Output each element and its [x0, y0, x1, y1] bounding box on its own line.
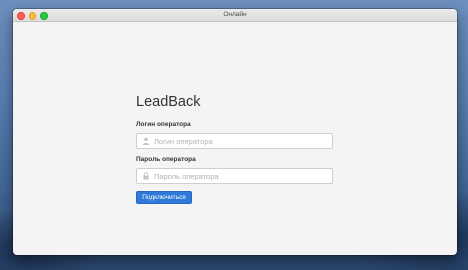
- title-bar[interactable]: Онлайн: [13, 9, 457, 22]
- password-field[interactable]: [136, 168, 333, 184]
- connect-button[interactable]: Подключиться: [136, 191, 192, 204]
- app-logo: LeadBack: [136, 94, 201, 110]
- lock-icon: [143, 172, 149, 180]
- app-window: Онлайн LeadBack Логин оператора Пароль о…: [13, 9, 457, 255]
- password-input[interactable]: [154, 169, 324, 183]
- login-field[interactable]: [136, 133, 333, 149]
- login-label: Логин оператора: [136, 121, 191, 128]
- user-icon: [142, 137, 150, 145]
- password-label: Пароль оператора: [136, 156, 196, 163]
- login-input[interactable]: [154, 134, 324, 148]
- window-title: Онлайн: [223, 11, 247, 18]
- login-form: LeadBack Логин оператора Пароль оператор…: [13, 22, 457, 255]
